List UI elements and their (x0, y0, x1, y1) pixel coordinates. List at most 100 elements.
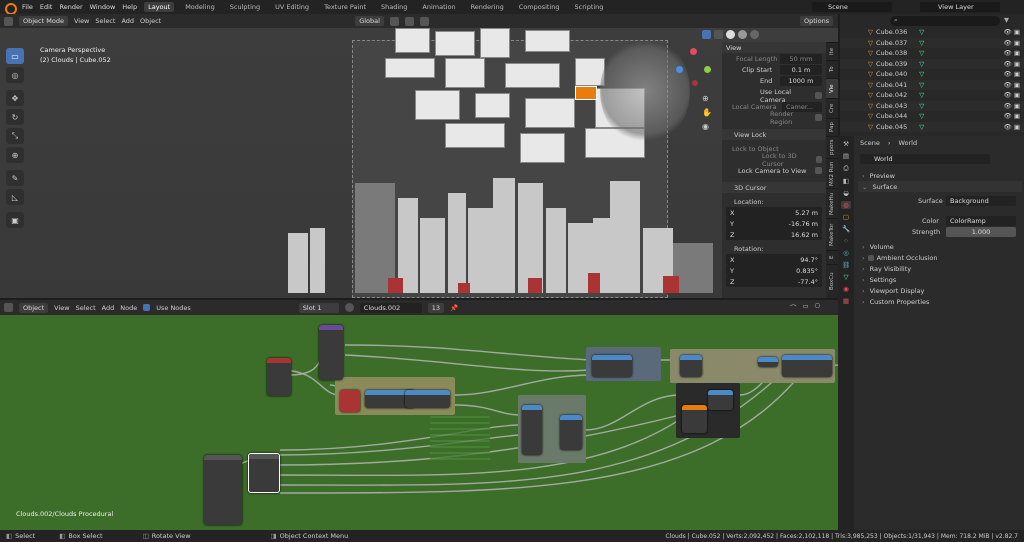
outliner-row[interactable]: ▽ Cube.041 ▽ 👁 ▣ (840, 79, 1024, 90)
backdrop-icon[interactable]: ▭ (803, 302, 809, 312)
tab-pap[interactable]: Pap (826, 118, 838, 136)
strength-field[interactable]: 1.000 (946, 226, 1016, 237)
object-tab-icon[interactable]: ▢ (843, 213, 849, 221)
outliner-row[interactable]: ▽ Cube.044 ▽ 👁 ▣ (840, 111, 1024, 122)
preview-panel[interactable]: › Preview (858, 170, 1022, 181)
tab-ppors[interactable]: ppors (826, 136, 838, 158)
viewport-menu-object[interactable]: Object (140, 17, 161, 25)
tab-makehuman[interactable]: MakeHu (826, 188, 838, 218)
shader-node[interactable] (248, 453, 280, 493)
cursor-rot-x-field[interactable]: X 94.7° (726, 254, 822, 265)
transform-tool-icon[interactable]: ⊕ (6, 147, 24, 163)
xray-icon[interactable] (714, 30, 723, 39)
3d-cursor-header[interactable]: 3D Cursor (722, 182, 826, 193)
shader-node[interactable] (592, 355, 632, 377)
tab-maketor[interactable]: MakeTor (826, 218, 838, 250)
clip-end-field[interactable]: 1000 m (780, 75, 822, 86)
add-cube-tool-icon[interactable]: ▣ (6, 212, 24, 228)
move-tool-icon[interactable]: ✥ (6, 90, 24, 106)
constraints-tab-icon[interactable]: ⛓ (842, 261, 850, 269)
shader-node[interactable] (405, 390, 450, 408)
tab-texture-paint[interactable]: Texture Paint (320, 2, 370, 12)
orientation-dropdown[interactable]: Global (355, 16, 384, 26)
shader-node[interactable] (204, 455, 242, 525)
physics-tab-icon[interactable]: ◎ (843, 249, 849, 257)
shader-node[interactable] (340, 390, 360, 412)
volume-panel[interactable]: › Volume (858, 241, 1022, 252)
viewport-menu-add[interactable]: Add (121, 17, 134, 25)
tab-boxcutter[interactable]: BoxCu (826, 264, 838, 298)
menu-file[interactable]: File (22, 3, 33, 11)
tab-sculpting[interactable]: Sculpting (226, 2, 264, 12)
node-menu-view[interactable]: View (54, 304, 69, 312)
render-tab-icon[interactable]: ▤ (843, 152, 849, 160)
lock-camera-view-checkbox[interactable] (815, 167, 822, 174)
pin-icon[interactable]: ⎔ (815, 302, 821, 312)
data-tab-icon[interactable]: ▽ (844, 273, 849, 281)
tab-compositing[interactable]: Compositing (515, 2, 564, 12)
world-tab-icon[interactable]: ◍ (841, 201, 851, 209)
tab-view[interactable]: Vie (826, 78, 838, 98)
outliner-row[interactable]: ▽ Cube.040 ▽ 👁 ▣ (840, 69, 1024, 80)
menu-help[interactable]: Help (122, 3, 137, 11)
color-input[interactable]: ColorRamp (946, 215, 1016, 226)
pan-icon[interactable]: ✋ (702, 108, 712, 117)
scale-tool-icon[interactable]: ⤡ (6, 128, 24, 144)
menu-window[interactable]: Window (90, 3, 116, 11)
filter-icon[interactable]: ▼ (1004, 16, 1009, 24)
use-nodes-checkbox[interactable] (143, 304, 151, 311)
tab-e[interactable]: E (826, 250, 838, 264)
shader-node[interactable] (522, 405, 542, 455)
scene-tab-icon[interactable]: ◒ (843, 189, 849, 197)
outliner-row[interactable]: ▽ Cube.036 ▽ 👁 ▣ (840, 27, 1024, 38)
tab-create[interactable]: Cre (826, 98, 838, 118)
annotate-tool-icon[interactable]: ✎ (6, 170, 24, 186)
settings-panel[interactable]: › Settings (858, 274, 1022, 285)
fake-user-icon[interactable]: 📌 (450, 304, 458, 312)
view-section-header[interactable]: View (722, 42, 826, 53)
node-menu-node[interactable]: Node (120, 304, 137, 312)
view-layer-tab-icon[interactable]: ◧ (843, 177, 849, 185)
tab-layout[interactable]: Layout (144, 2, 175, 12)
shader-node[interactable] (708, 390, 733, 410)
camera-view-icon[interactable]: ◉ (702, 122, 709, 131)
cursor-tool-icon[interactable]: ◎ (6, 67, 24, 83)
select-box-tool-icon[interactable]: ▭ (6, 48, 24, 64)
particles-tab-icon[interactable]: ⁘ (843, 237, 848, 245)
outliner-search-input[interactable] (890, 16, 1000, 26)
tab-item[interactable]: Ite (826, 42, 838, 60)
shader-node[interactable] (782, 355, 832, 377)
modifier-tab-icon[interactable]: 🔧 (842, 225, 850, 233)
viewport-menu-view[interactable]: View (74, 17, 89, 25)
use-local-camera-checkbox[interactable] (815, 92, 822, 99)
tab-modeling[interactable]: Modeling (181, 2, 219, 12)
node-menu-select[interactable]: Select (76, 304, 96, 312)
outliner-row[interactable]: ▽ Cube.039 ▽ 👁 ▣ (840, 58, 1024, 69)
navigation-gizmo[interactable] (672, 46, 716, 90)
zoom-icon[interactable]: ⊕ (702, 94, 709, 103)
shader-node[interactable] (319, 325, 343, 380)
pivot-icon[interactable] (389, 16, 399, 26)
view-layer-selector[interactable]: View Layer (920, 2, 1000, 12)
lock-3d-cursor-checkbox[interactable] (815, 156, 822, 163)
rendered-shading-icon[interactable] (750, 30, 759, 39)
object-mode-dropdown[interactable]: Object Mode (19, 16, 68, 26)
scene-selector[interactable]: Scene (812, 2, 892, 12)
menu-edit[interactable]: Edit (40, 3, 53, 11)
3d-viewport[interactable]: Camera Perspective (2) Clouds | Cube.052… (0, 28, 838, 298)
output-tab-icon[interactable]: ⎙ (843, 164, 848, 173)
material-icon[interactable] (344, 303, 354, 312)
cursor-rot-y-field[interactable]: Y 0.835° (726, 265, 822, 276)
rotate-tool-icon[interactable]: ↻ (6, 109, 24, 125)
viewport-menu-select[interactable]: Select (95, 17, 115, 25)
options-button[interactable]: Options (800, 16, 834, 26)
menu-render[interactable]: Render (59, 3, 82, 11)
tab-animation[interactable]: Animation (418, 2, 459, 12)
tab-shading[interactable]: Shading (377, 2, 411, 12)
snap-node-icon[interactable]: ⌒ (790, 302, 797, 312)
outliner-row[interactable]: ▽ Cube.045 ▽ 👁 ▣ (840, 121, 1024, 132)
cursor-x-field[interactable]: X 5.27 m (726, 207, 822, 218)
slot-dropdown[interactable]: Slot 1 (298, 302, 339, 313)
tab-uv-editing[interactable]: UV Editing (271, 2, 313, 12)
outliner-row[interactable]: ▽ Cube.037 ▽ 👁 ▣ (840, 37, 1024, 48)
